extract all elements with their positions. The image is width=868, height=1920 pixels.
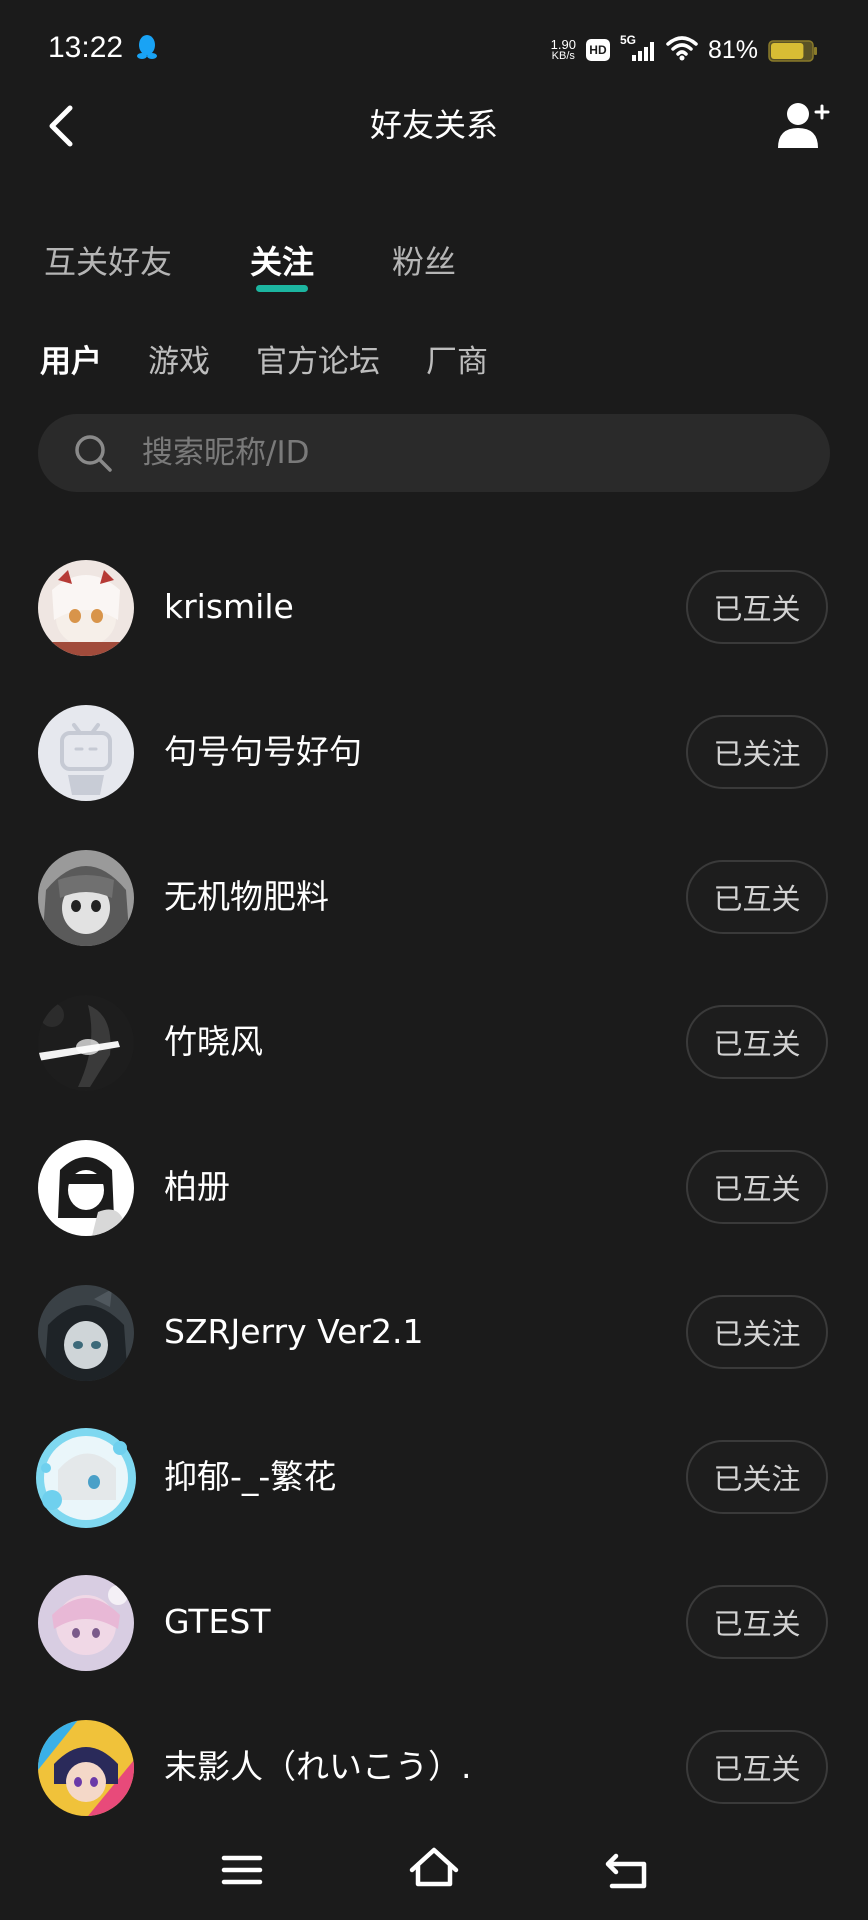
avatar[interactable]	[38, 1575, 134, 1671]
sub-tabs: 用户 游戏 官方论坛 厂商	[40, 340, 534, 388]
user-name: 柏册	[164, 1167, 230, 1206]
add-user-icon	[778, 103, 830, 148]
page-title: 好友关系	[369, 106, 498, 144]
follow-status-button[interactable]: 已关注	[686, 1440, 828, 1514]
active-tab-indicator	[256, 285, 309, 292]
wifi-icon	[666, 35, 698, 65]
avatar[interactable]	[38, 995, 134, 1091]
battery-percent: 81%	[707, 35, 758, 64]
user-name: 末影人（れいこう）.	[164, 1747, 472, 1786]
signal-5g-icon: 5G	[620, 33, 656, 63]
user-name: 句号句号好句	[164, 732, 362, 771]
avatar[interactable]	[38, 705, 134, 801]
hd-badge: HD	[585, 39, 610, 61]
status-time: 13:22	[48, 31, 124, 64]
subtab-users[interactable]: 用户	[40, 340, 102, 388]
list-item[interactable]: 无机物肥料 已互关	[0, 830, 868, 975]
subtab-games[interactable]: 游戏	[148, 340, 210, 388]
tab-label: 关注	[250, 243, 315, 281]
subtab-official-forum[interactable]: 官方论坛	[256, 340, 380, 388]
network-speed: 1.90 KB/s	[551, 38, 576, 62]
user-name: 抑郁-_-繁花	[164, 1457, 337, 1496]
home-button[interactable]	[404, 1840, 464, 1900]
status-bar: 13:22 1.90 KB/s HD 5G 81%	[0, 0, 868, 96]
list-item[interactable]: SZRJerry Ver2.1 已关注	[0, 1265, 868, 1410]
avatar[interactable]	[38, 1720, 134, 1816]
avatar[interactable]	[38, 850, 134, 946]
subtab-vendors[interactable]: 厂商	[426, 340, 488, 388]
search-icon	[72, 432, 114, 474]
status-indicators: 1.90 KB/s HD 5G 81%	[551, 30, 817, 70]
home-icon	[409, 1847, 459, 1887]
tab-fans[interactable]: 粉丝	[392, 238, 456, 288]
follow-status-button[interactable]: 已互关	[686, 860, 828, 934]
battery-icon	[768, 39, 817, 62]
network-speed-unit: KB/s	[551, 50, 575, 62]
follow-status-button[interactable]: 已互关	[686, 1150, 828, 1224]
back-nav-button[interactable]	[598, 1840, 658, 1900]
avatar[interactable]	[38, 1140, 134, 1236]
tab-following[interactable]: 关注	[250, 238, 315, 292]
user-name: SZRJerry Ver2.1	[164, 1312, 424, 1351]
follow-status-button[interactable]: 已互关	[686, 1730, 828, 1804]
follow-status-button[interactable]: 已互关	[686, 1005, 828, 1079]
follow-status-button[interactable]: 已关注	[686, 1295, 828, 1369]
search-box[interactable]	[38, 414, 830, 492]
main-tabs: 互关好友 关注 粉丝	[44, 238, 534, 292]
qq-notification-icon	[136, 34, 158, 60]
system-navigation-bar	[0, 1830, 868, 1920]
search-input[interactable]	[134, 414, 792, 492]
list-item[interactable]: krismile 已互关	[0, 540, 868, 685]
user-name: 无机物肥料	[164, 877, 329, 916]
list-item[interactable]: 柏册 已互关	[0, 1120, 868, 1265]
follow-status-button[interactable]: 已互关	[686, 1585, 828, 1659]
back-arrow-icon	[605, 1853, 647, 1889]
user-name: 竹晓风	[164, 1022, 263, 1061]
avatar[interactable]	[38, 1285, 134, 1381]
list-item[interactable]: GTEST 已互关	[0, 1555, 868, 1700]
menu-icon	[221, 1855, 263, 1885]
tab-mutual-friends[interactable]: 互关好友	[44, 238, 172, 288]
avatar[interactable]	[38, 560, 134, 656]
tab-label: 互关好友	[44, 243, 173, 281]
menu-button[interactable]	[212, 1840, 272, 1900]
list-item[interactable]: 句号句号好句 已关注	[0, 685, 868, 830]
user-name: krismile	[164, 587, 294, 626]
list-item[interactable]: 抑郁-_-繁花 已关注	[0, 1410, 868, 1555]
user-name: GTEST	[164, 1602, 271, 1641]
list-item[interactable]: 末影人（れいこう）. 已互关	[0, 1700, 868, 1845]
follow-status-button[interactable]: 已互关	[686, 570, 828, 644]
avatar[interactable]	[36, 1428, 136, 1528]
add-friend-button[interactable]	[776, 100, 832, 152]
tab-label: 粉丝	[392, 243, 457, 281]
follow-status-button[interactable]: 已关注	[686, 715, 828, 789]
list-item[interactable]: 竹晓风 已互关	[0, 975, 868, 1120]
header: 好友关系	[0, 96, 868, 156]
